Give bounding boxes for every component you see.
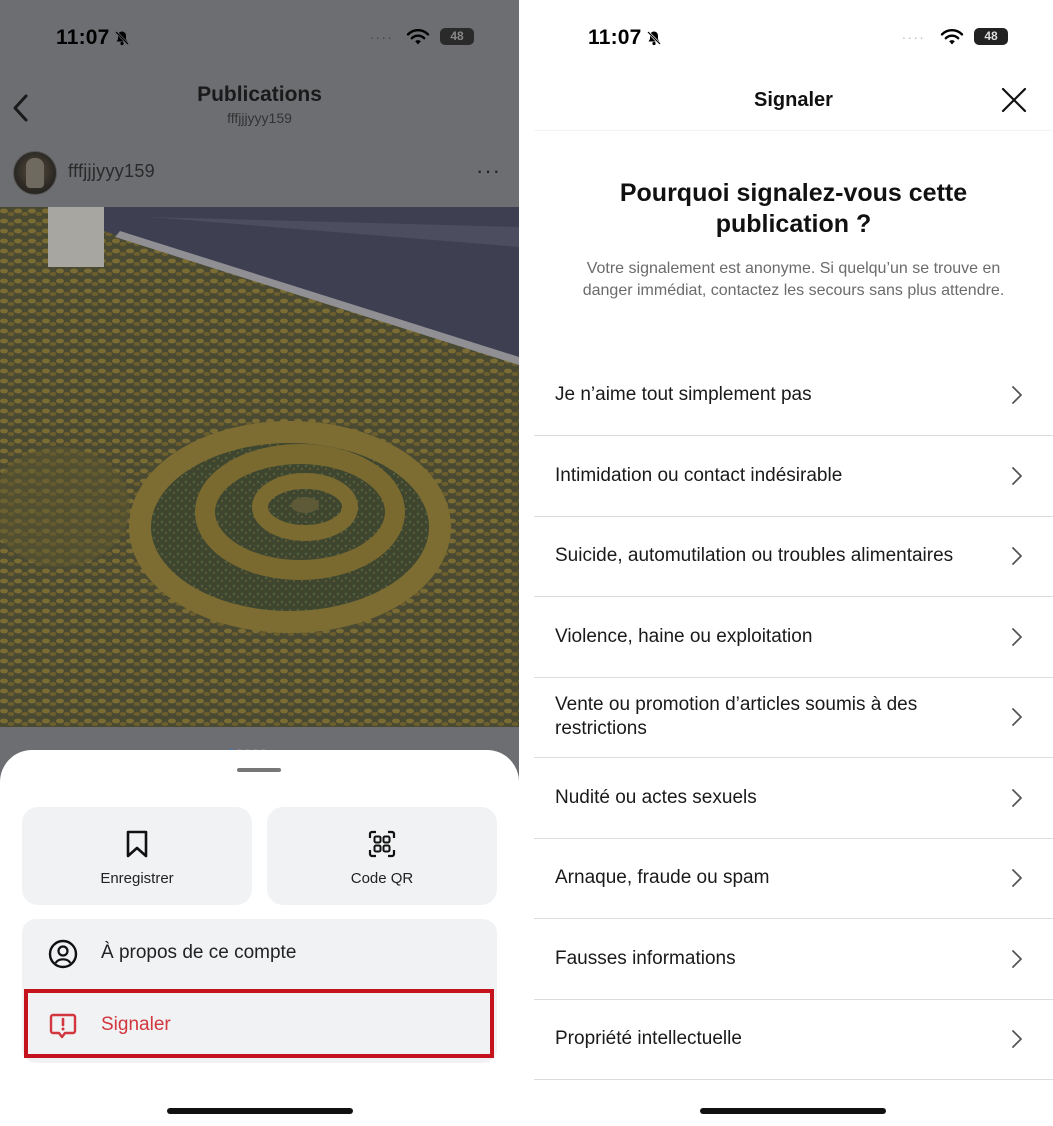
avatar[interactable] [13,151,57,195]
status-time: 11:07 [588,26,642,49]
about-account-label: À propos de ce compte [101,942,297,963]
bookmark-icon [126,830,148,858]
chevron-right-icon [1012,1030,1022,1048]
signal-icon: .... [370,26,394,42]
close-icon[interactable] [1000,86,1028,114]
home-indicator[interactable] [167,1108,353,1114]
status-time: 11:07 [56,26,110,49]
post-photo [0,207,519,727]
signal-icon: .... [902,26,926,42]
chevron-right-icon [1012,708,1022,726]
chevron-right-icon [1012,949,1022,968]
chevron-right-icon [1012,869,1022,887]
reason-item[interactable]: Nudité ou actes sexuels [534,758,1053,839]
page-subtitle: fffjjjyyy159 [227,110,292,126]
chevron-right-icon [1012,547,1022,565]
status-bar: 11:07 .... 48 [0,24,519,54]
save-label: Enregistrer [100,870,174,887]
reason-label: Suicide, automutilation ou troubles alim… [555,545,954,566]
wifi-icon [940,29,964,45]
reason-label: Violence, haine ou exploitation [555,625,813,647]
reason-item[interactable]: Arnaque, fraude ou spam [534,838,1053,919]
save-button[interactable]: Enregistrer [22,807,252,905]
status-bar: 11:07 .... 48 [534,24,1053,54]
sheet-grabber[interactable] [237,768,281,772]
report-subtitle: Votre signalement est anonyme. Si quelqu… [582,260,1005,299]
reason-label: Intimidation ou contact indésirable [555,464,843,486]
carousel-indicator [229,741,269,754]
post-screen: 11:07 .... 48 Publications fffjjjyyy159 … [0,0,519,1126]
reason-label: Nudité ou actes sexuels [555,786,757,808]
battery-icon: 48 [440,28,474,45]
reason-item[interactable]: Intimidation ou contact indésirable [534,436,1053,517]
battery-icon: 48 [974,28,1008,45]
report-question: Pourquoi signalez-vous cette publication… [619,179,968,238]
home-indicator[interactable] [700,1108,886,1114]
more-horizontal-icon[interactable]: ··· [476,158,501,184]
report-title: Signaler [754,89,833,111]
qr-code-button[interactable]: Code QR [267,807,497,905]
reason-item[interactable]: Violence, haine ou exploitation [534,597,1053,678]
post-username[interactable]: fffjjjyyy159 [68,161,155,182]
reason-label: Fausses informations [555,947,736,969]
reason-label: Vente ou promotion d’articles soumis à d… [555,694,918,739]
about-account-item[interactable]: À propos de ce compte [22,919,497,989]
header-divider [534,130,1053,131]
reason-label: Propriété intellectuelle [555,1028,742,1049]
wifi-icon [406,29,430,45]
reason-item[interactable]: Je n’aime tout simplement pas [534,355,1053,436]
qr-code-icon [368,830,396,858]
chevron-right-icon [1012,627,1022,646]
silent-bell-icon [647,31,661,46]
report-highlight-box [24,989,494,1058]
profile-circle-icon [48,939,78,969]
reason-item[interactable]: Vente ou promotion d’articles soumis à d… [534,677,1053,758]
chevron-right-icon [1012,788,1022,807]
reason-item[interactable]: Propriété intellectuelle [534,999,1053,1080]
reason-label: Je n’aime tout simplement pas [555,384,812,405]
screen-divider [519,0,534,1126]
report-screen: 11:07 .... 48 Signaler Pourquoi signalez… [534,0,1053,1126]
silent-bell-icon [115,31,129,46]
page-title: Publications [197,83,322,106]
options-sheet: Enregistrer Code QR À propos de ce compt… [0,750,519,1126]
reason-label: Arnaque, fraude ou spam [555,867,770,888]
chevron-right-icon [1012,386,1022,404]
reason-item[interactable]: Suicide, automutilation ou troubles alim… [534,516,1053,597]
reason-item[interactable]: Fausses informations [534,919,1053,1000]
chevron-right-icon [1012,466,1022,485]
qr-code-label: Code QR [350,870,414,887]
